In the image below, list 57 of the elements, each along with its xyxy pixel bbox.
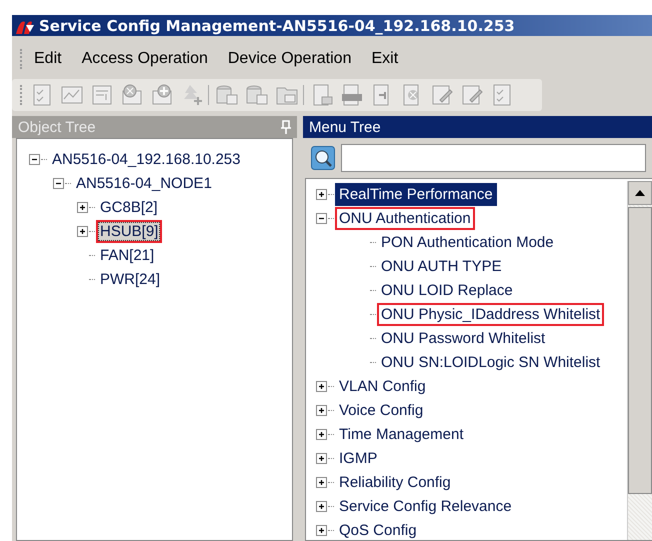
collapse-icon[interactable] — [53, 178, 64, 188]
tree-item[interactable]: AN5516-04_NODE1 — [72, 172, 216, 194]
menu-item[interactable]: Device Operation — [224, 50, 368, 68]
collapse-icon[interactable] — [316, 212, 327, 224]
tree-item[interactable]: ONU SN:LOIDLogic SN Whitelist — [377, 350, 604, 374]
tree-item[interactable]: FAN[21] — [96, 244, 158, 266]
expand-icon[interactable] — [316, 452, 327, 464]
expand-icon[interactable] — [77, 202, 88, 212]
expand-icon[interactable] — [316, 380, 327, 392]
expand-icon[interactable] — [316, 476, 327, 488]
scroll-up-arrow-icon[interactable] — [635, 190, 645, 196]
tree-item[interactable]: PWR[24] — [96, 268, 164, 290]
database-icon[interactable] — [215, 83, 239, 107]
tree-item[interactable]: QoS Config — [335, 518, 421, 540]
tree-item[interactable]: ONU Password Whitelist — [377, 326, 550, 350]
tree-item[interactable]: VLAN Config — [335, 374, 430, 398]
expand-icon[interactable] — [316, 524, 327, 536]
tree-item[interactable]: ONU LOID Replace — [377, 278, 517, 302]
database-icon[interactable] — [245, 83, 269, 107]
tree-item[interactable]: HSUB[9] — [96, 220, 162, 242]
expand-icon[interactable] — [316, 188, 327, 200]
expand-icon[interactable] — [316, 428, 327, 440]
tree-item[interactable]: Reliability Config — [335, 470, 455, 494]
toolbar-grip — [20, 85, 24, 105]
expand-icon[interactable] — [77, 226, 88, 236]
menu-item[interactable]: Exit — [367, 50, 414, 68]
scroll-thumb[interactable] — [628, 207, 652, 494]
expand-icon[interactable] — [316, 500, 327, 512]
search-icon[interactable] — [311, 146, 335, 170]
toolbar-grip — [20, 48, 24, 68]
expand-icon[interactable] — [316, 404, 327, 416]
tree-item[interactable]: ONU AUTH TYPE — [377, 254, 506, 278]
tree-item[interactable]: GC8B[2] — [96, 196, 162, 218]
tree-item[interactable]: RealTime Performance — [335, 182, 497, 206]
grid-delete-icon[interactable] — [120, 83, 144, 107]
grid-add-icon[interactable] — [150, 83, 174, 107]
form-icon[interactable] — [90, 83, 114, 107]
scrollbar[interactable] — [627, 181, 652, 540]
edit-icon[interactable] — [430, 83, 454, 107]
tree-item[interactable]: Time Management — [335, 422, 468, 446]
tree-item[interactable]: ONU Authentication — [335, 206, 475, 230]
new-document-icon[interactable] — [340, 83, 364, 107]
tree-item[interactable]: ONU Physic_IDaddress Whitelist — [377, 302, 604, 326]
tree-item[interactable]: PON Authentication Mode — [377, 230, 558, 254]
window-title: Service Config Management-AN5516-04_192.168.10.253 — [39, 16, 515, 34]
tree-item[interactable]: AN5516-04_192.168.10.253 — [48, 148, 244, 170]
search-field[interactable] — [341, 144, 646, 172]
tree-item[interactable]: IGMP — [335, 446, 382, 470]
panel-title: Object Tree — [18, 118, 96, 136]
menu-item[interactable]: Access Operation — [78, 50, 224, 68]
tree-item[interactable]: Voice Config — [335, 398, 428, 422]
panel-title: Menu Tree — [309, 118, 381, 136]
pin-icon[interactable] — [281, 120, 291, 134]
collapse-icon[interactable] — [29, 154, 40, 164]
edit-icon[interactable] — [460, 83, 484, 107]
tree-item[interactable]: Service Config Relevance — [335, 494, 516, 518]
menu-item[interactable]: Edit — [30, 50, 78, 68]
